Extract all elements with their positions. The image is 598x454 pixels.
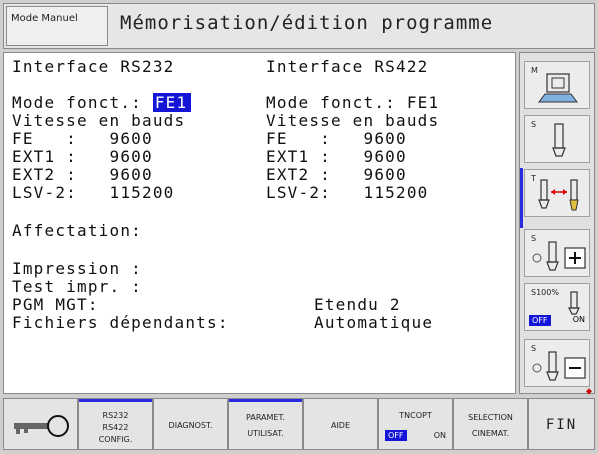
rs422-lsv2-row[interactable]: LSV-2: 115200 — [266, 185, 429, 201]
machine-icon — [538, 73, 578, 103]
softkey-rs232-config[interactable]: RS232 RS422 CONFIG. — [78, 398, 153, 450]
softkey-rs232-line2: RS422 — [102, 423, 129, 432]
tncopt-toggle: OFF ON — [385, 430, 446, 441]
rs422-ext2-row[interactable]: EXT2 : 9600 — [266, 167, 407, 183]
rs232-fe-row[interactable]: FE : 9600 — [12, 131, 153, 147]
softkey-param-line2: UTILISAT. — [247, 429, 284, 438]
softkey-rs232-line3: CONFIG. — [98, 435, 133, 444]
side-key-s[interactable]: S — [524, 115, 590, 163]
affectation-title: Affectation: — [12, 221, 142, 240]
softkey-sel-line1: SELECTION — [468, 413, 513, 422]
spindle-minus-icon — [532, 351, 586, 381]
rs232-title: Interface RS232 — [12, 57, 175, 76]
softkey-diagnost[interactable]: DIAGNOST. — [153, 398, 228, 450]
side-key-spindle-minus[interactable]: S — [524, 339, 590, 387]
side-key-spindle-plus[interactable]: S — [524, 229, 590, 277]
side-softkey-panel: M S T S S100% OFF ON S — [519, 52, 595, 394]
softkey-row-indicator — [520, 168, 523, 228]
rs422-title: Interface RS422 — [266, 57, 429, 76]
side-key-t[interactable]: T — [524, 169, 590, 217]
rs232-ext1-row[interactable]: EXT1 : 9600 — [12, 149, 153, 165]
softkey-rs232-line1: RS232 — [102, 411, 129, 420]
tool-change-icon — [538, 179, 579, 211]
scroll-arrow-icon[interactable]: ◆ — [586, 386, 592, 397]
rs232-baud-label: Vitesse en bauds — [12, 111, 186, 130]
softkey-paramet-utilisat[interactable]: PARAMET. UTILISAT. — [228, 398, 303, 450]
rs232-lsv2-row[interactable]: LSV-2: 115200 — [12, 185, 175, 201]
spindle-plus-icon — [532, 241, 586, 271]
softkey-fin-label: FIN — [545, 417, 578, 433]
spindle-icon — [552, 123, 566, 157]
softkey-fin[interactable]: FIN — [528, 398, 595, 450]
rs232-mode-label: Mode fonct.: — [12, 93, 142, 112]
rs232-mode-row: Mode fonct.: FE1 — [12, 93, 192, 112]
side-key-override-toggle[interactable]: S100% OFF ON — [524, 283, 590, 331]
softkey-aide-label: AIDE — [330, 421, 351, 430]
tncopt-off-state: OFF — [385, 430, 407, 441]
key-icon — [14, 415, 69, 437]
rs422-ext1-row[interactable]: EXT1 : 9600 — [266, 149, 407, 165]
override-on-state: ON — [572, 315, 585, 324]
side-key-m[interactable]: M — [524, 61, 590, 109]
main-panel: Interface RS232 Interface RS422 Mode fon… — [3, 52, 516, 394]
softkey-sel-line2: CINEMAT. — [471, 429, 510, 438]
pgm-mgt-value[interactable]: Etendu 2 — [314, 297, 401, 313]
header: Mode Manuel Mémorisation/édition program… — [3, 3, 595, 49]
softkey-param-line1: PARAMET. — [246, 413, 285, 422]
pgm-mgt-label: PGM MGT: — [12, 295, 99, 314]
softkey-key-icon[interactable] — [3, 398, 78, 450]
rs422-baud-label: Vitesse en bauds — [266, 111, 440, 130]
page-title: Mémorisation/édition programme — [120, 12, 494, 34]
active-indicator — [79, 399, 152, 402]
softkey-aide[interactable]: AIDE — [303, 398, 378, 450]
override-off-state: OFF — [529, 315, 551, 326]
rs232-ext2-row[interactable]: EXT2 : 9600 — [12, 167, 153, 183]
fichiers-label: Fichiers dépendants: — [12, 313, 229, 332]
impression-row[interactable]: Impression : — [12, 261, 142, 277]
softkey-tncopt[interactable]: TNCOPT OFF ON — [378, 398, 453, 450]
rs232-mode-field[interactable]: FE1 — [152, 93, 192, 112]
fichiers-value[interactable]: Automatique — [314, 315, 433, 331]
machine-mode-indicator: Mode Manuel — [6, 6, 108, 46]
softkey-selection-cinemat[interactable]: SELECTION CINEMAT. — [453, 398, 528, 450]
softkey-diagnost-label: DIAGNOST. — [168, 421, 213, 430]
rs422-mode-row[interactable]: Mode fonct.: FE1 — [266, 95, 439, 111]
test-impr-row[interactable]: Test impr. : — [12, 279, 142, 295]
rs422-fe-row[interactable]: FE : 9600 — [266, 131, 407, 147]
softkey-tncopt-label: TNCOPT — [399, 411, 432, 420]
tncopt-on-state: ON — [433, 431, 446, 440]
active-indicator — [229, 399, 302, 402]
screen: Mode Manuel Mémorisation/édition program… — [0, 0, 598, 454]
